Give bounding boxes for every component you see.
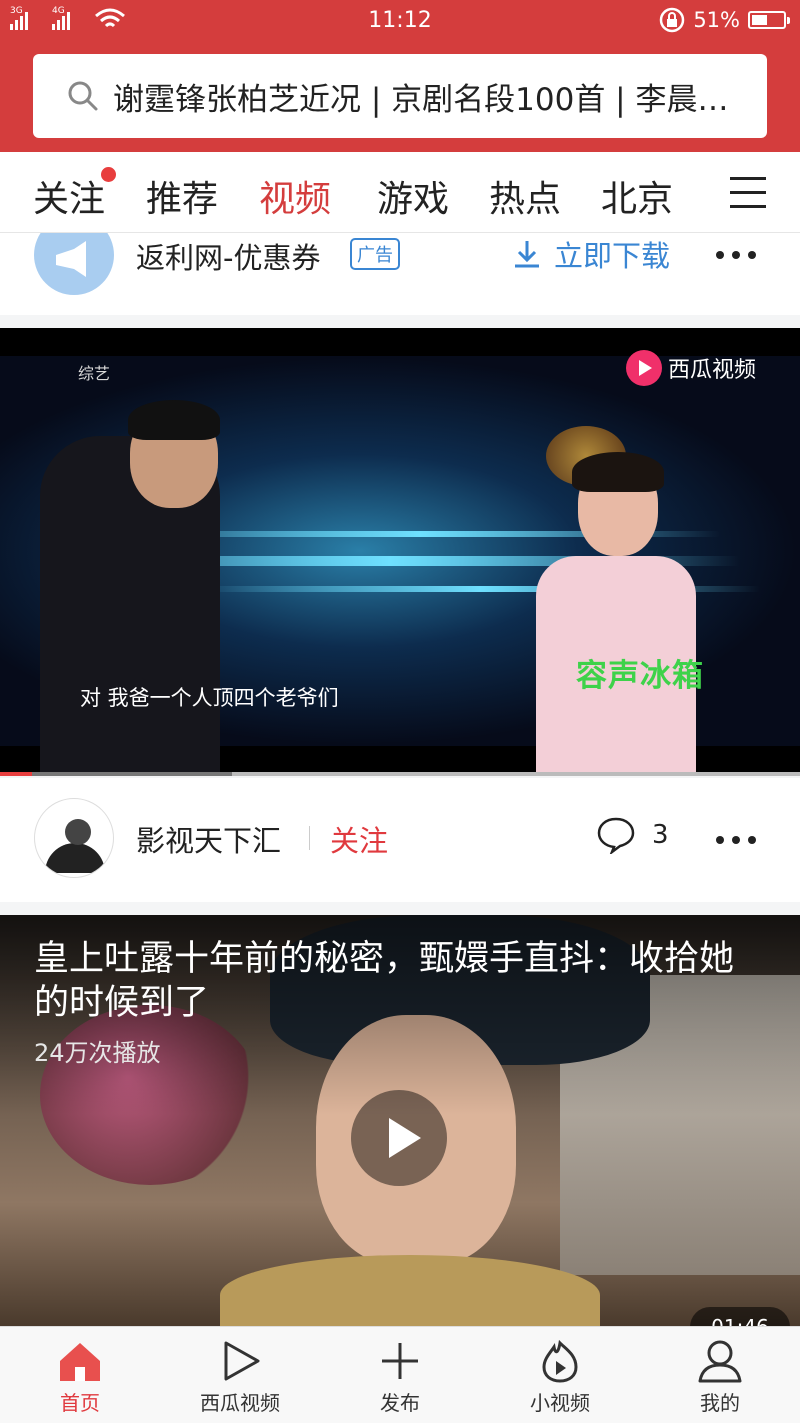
divider [309,826,310,850]
tabs-fade [693,152,723,232]
video-title[interactable]: 皇上吐露十年前的秘密，甄嬛手直抖：收拾她的时候到了 [34,937,764,1025]
ad-badge: 广告 [350,238,400,270]
xigua-logo-icon [626,350,662,386]
plus-icon [382,1343,418,1379]
channel-tag: 综艺 [78,364,111,383]
video-more-button[interactable] [716,836,760,846]
view-count: 24万次播放 [34,1039,161,1067]
play-button[interactable] [351,1090,447,1186]
ad-title: 返利网-优惠券 [136,241,321,275]
video-card-thumbnail[interactable]: 皇上吐露十年前的秘密，甄嬛手直抖：收拾她的时候到了 24万次播放 01:46 [0,915,800,1326]
home-icon [60,1343,100,1381]
video-duration: 01:46 [690,1307,790,1326]
notification-dot [101,167,116,182]
status-bar: 3G 4G 11:12 51% [0,0,800,42]
ad-download-button[interactable]: 立即下载 [512,233,670,275]
ad-download-label: 立即下载 [554,239,671,273]
top-header: 3G 4G 11:12 51% 谢霆锋张柏芝近况 | 京剧名段100首 | 李晨… [0,0,800,152]
tab-beijing[interactable]: 北京 [601,170,673,222]
ad-card[interactable]: 返利网-优惠券 广告 立即下载 [0,233,800,315]
video-subtitle: 对 我爸一个人顶四个老爷们 [80,686,339,710]
battery-icon [748,11,790,29]
tab-games[interactable]: 游戏 [377,170,449,222]
tab-recommend[interactable]: 推荐 [146,170,218,222]
comment-icon [597,817,635,854]
search-placeholder: 谢霆锋张柏芝近况 | 京剧名段100首 | 李晨… [113,81,729,118]
ad-avatar [34,233,114,295]
bottom-navigation: 首页 西瓜视频 发布 小视频 我的 [0,1326,800,1423]
battery-fill [752,15,768,25]
comment-button[interactable]: 3 [596,816,669,854]
video-progress-bar[interactable] [0,772,800,776]
comment-count: 3 [652,820,669,850]
progress-buffered [232,772,800,776]
nav-xigua-video[interactable]: 西瓜视频 [160,1327,320,1423]
download-icon [515,241,539,268]
nav-home[interactable]: 首页 [0,1327,160,1423]
flame-play-icon [542,1339,578,1383]
xigua-watermark: 西瓜视频 [626,350,756,386]
author-row: 影视天下汇 关注 3 [0,778,800,902]
nav-profile[interactable]: 我的 [640,1327,800,1423]
search-icon [68,81,98,111]
rotation-lock-icon [660,7,685,33]
nav-short-video[interactable]: 小视频 [480,1327,640,1423]
channel-menu-button[interactable] [722,152,800,232]
progress-played [0,772,32,776]
tab-follow[interactable]: 关注 [33,170,105,222]
nav-publish[interactable]: 发布 [320,1327,480,1423]
megaphone-icon [56,241,86,277]
video-player[interactable]: 综艺 西瓜视频 容声冰箱 对 我爸一个人顶四个老爷们 [0,328,800,774]
author-avatar[interactable] [34,798,114,878]
status-right: 51% [659,7,790,33]
sponsor-overlay: 容声冰箱 [576,658,704,694]
menu-icon [730,177,766,180]
tab-video[interactable]: 视频 [259,170,331,222]
ad-more-button[interactable] [716,251,760,261]
author-name[interactable]: 影视天下汇 [136,818,281,860]
channel-tabs: 关注 推荐 视频 游戏 热点 北京 [0,152,800,233]
play-triangle-icon [224,1341,260,1381]
follow-button[interactable]: 关注 [330,818,388,860]
search-bar[interactable]: 谢霆锋张柏芝近况 | 京剧名段100首 | 李晨… [33,54,767,138]
battery-percent: 51% [693,8,740,32]
person-icon [698,1340,742,1383]
tab-hot[interactable]: 热点 [489,170,561,222]
